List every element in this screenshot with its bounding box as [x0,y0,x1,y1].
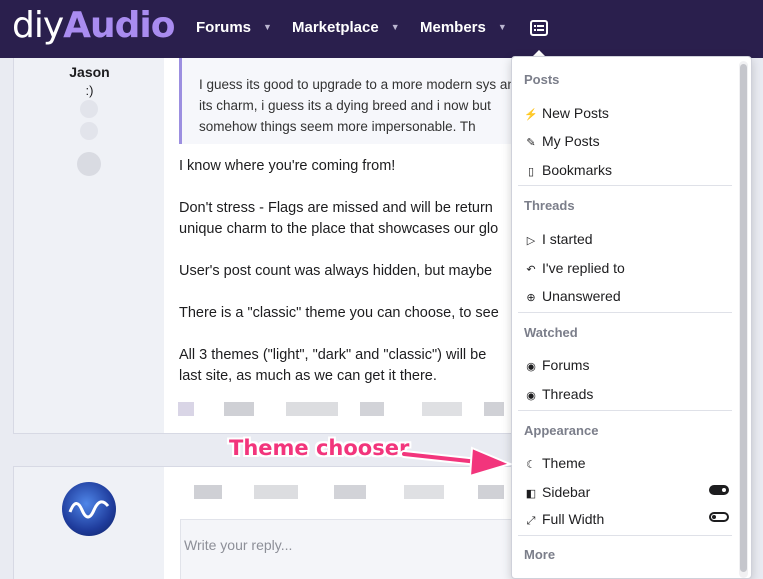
nav-marketplace-label: Marketplace [292,19,379,36]
full-width-toggle[interactable] [709,512,729,522]
bolt-icon: ⚡ [524,109,538,121]
menu-item-watched-threads[interactable]: ◉ Threads [524,383,729,405]
chevron-down-icon[interactable]: ▼ [498,22,507,32]
sidebar-toggle[interactable] [709,485,729,495]
menu-item-label: Full Width [542,511,605,527]
menu-item-label: Forums [542,357,590,373]
section-appearance: Appearance [524,423,599,438]
menu-item-theme[interactable]: ☾ Theme [524,452,729,474]
eye-icon: ◉ [526,361,536,373]
annotation-label: Theme chooser [229,436,410,460]
user-badge-icon [80,100,98,118]
chevron-down-icon[interactable]: ▼ [263,22,272,32]
whats-new-dropdown: Posts ⚡ New Posts ✎ My Posts ▯ Bookmarks Th… [511,56,752,579]
menu-item-replied-to[interactable]: ↶ I've replied to [524,257,729,279]
menu-item-label: New Posts [542,105,609,121]
menu-item-label: Bookmarks [542,162,613,178]
post-paragraph: There is a "classic" theme you can choos… [179,305,499,321]
section-posts: Posts [524,72,560,87]
post-paragraph: User's post count was always hidden, but… [179,263,493,279]
menu-item-new-posts[interactable]: ⚡ New Posts [524,102,729,124]
top-navigation-bar: diyAudio Forums ▼ Marketplace ▼ Members ▼ [0,0,763,58]
play-icon: ▷ [526,235,536,247]
reply-placeholder[interactable]: Write your reply... [184,537,292,553]
nav-forums[interactable]: Forums ▼ [196,19,272,36]
list-icon[interactable] [530,20,548,36]
divider [518,410,732,411]
expand-icon: ⤢ [526,515,536,527]
menu-item-sidebar[interactable]: ◧ Sidebar [524,481,729,503]
avatar[interactable] [62,482,116,536]
menu-item-watched-forums[interactable]: ◉ Forums [524,354,729,376]
feather-icon: ✎ [526,137,536,149]
menu-item-bookmarks[interactable]: ▯ Bookmarks [524,159,729,181]
redacted-content [178,402,518,416]
menu-item-label: Threads [542,386,594,402]
moon-icon: ☾ [526,459,536,471]
globe-icon: ⊕ [526,292,536,304]
post-user-column [13,466,164,579]
quote-block: I guess its good to upgrade to a more mo… [179,58,524,144]
logo-text-audio: Audio [63,5,175,46]
scrollbar-thumb[interactable] [740,64,747,572]
menu-scrollbar[interactable] [739,61,748,578]
menu-item-label: I've replied to [542,260,625,276]
menu-item-label: My Posts [542,133,600,149]
divider [518,185,732,186]
post-paragraph: All 3 themes ("light", "dark" and "class… [179,347,487,384]
username[interactable]: Jason [14,64,165,80]
divider [518,312,732,313]
star-badge-icon [80,122,98,140]
menu-item-full-width[interactable]: ⤢ Full Width [524,508,729,530]
user-title: :) [85,83,94,98]
nav-marketplace[interactable]: Marketplace ▼ [292,19,400,36]
menu-item-label: I started [542,231,593,247]
post-body: I guess its good to upgrade to a more mo… [164,58,524,434]
nav-members[interactable]: Members ▼ [420,19,507,36]
section-watched: Watched [524,325,578,340]
section-threads: Threads [524,198,575,213]
reply-icon: ↶ [526,264,536,276]
quote-text: I guess its good to upgrade to a more mo… [199,77,523,134]
redacted-content [194,485,514,499]
nav-members-label: Members [420,19,486,36]
menu-item-label: Theme [542,455,586,471]
sidebar-icon: ◧ [525,488,537,500]
divider [518,535,732,536]
menu-item-label: Sidebar [542,484,591,500]
menu-item-i-started[interactable]: ▷ I started [524,228,729,250]
eye-icon: ◉ [526,390,536,402]
menu-item-unanswered[interactable]: ⊕ Unanswered [524,285,729,307]
menu-item-label: Unanswered [542,288,621,304]
nav-forums-label: Forums [196,19,252,36]
logo-text-diy: diy [12,5,64,46]
section-more: More [524,547,556,562]
annotation-arrow-icon [400,446,513,478]
post-paragraph: I know where you're coming from! [179,158,396,174]
post-user-column: Jason :) [13,58,164,434]
chevron-down-icon[interactable] [77,152,101,176]
site-logo[interactable]: diyAudio [12,4,176,48]
bookmark-icon: ▯ [527,166,535,178]
menu-item-my-posts[interactable]: ✎ My Posts [524,130,729,152]
chevron-down-icon[interactable]: ▼ [391,22,400,32]
post-paragraph: Don't stress - Flags are missed and will… [179,200,499,237]
quick-reply: Write your reply... [164,466,524,579]
